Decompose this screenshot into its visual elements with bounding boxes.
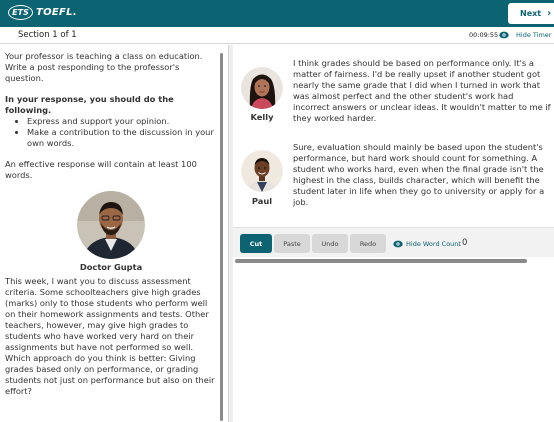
section-bar: Section 1 of 1 00:09:55 Hide Timer	[0, 27, 554, 44]
toefl-logo: ETS TOEFL.	[8, 5, 77, 20]
discussion-pane: Kelly I think grades should be based on …	[233, 45, 554, 422]
prompt-pane: Your professor is teaching a class on ed…	[0, 45, 228, 422]
cut-button[interactable]: Cut	[240, 234, 272, 253]
prompt-intro: Your professor is teaching a class on ed…	[5, 51, 203, 83]
editor-toolbar: Cut Paste Undo Redo Hide Word Count 0	[233, 227, 554, 257]
top-bar: ETS TOEFL. Next ›	[0, 0, 554, 27]
professor-avatar	[77, 191, 145, 259]
student-name-paul: Paul	[251, 196, 273, 206]
response-editor	[233, 257, 554, 422]
next-button[interactable]: Next ›	[508, 3, 554, 24]
eye-icon[interactable]	[499, 31, 509, 39]
word-count-value: 0	[462, 238, 468, 248]
instructions-heading: In your response, you should do the foll…	[5, 94, 174, 115]
ets-logo-mark: ETS	[8, 5, 33, 20]
paul-avatar	[241, 150, 283, 192]
student-post-text-paul: Sure, evaluation should mainly be based …	[293, 142, 545, 207]
editor-scrollbar[interactable]	[235, 259, 527, 263]
paste-button[interactable]: Paste	[274, 234, 310, 253]
timer-value: 00:09:55	[469, 31, 499, 39]
instruction-item: Express and support your opinion.	[27, 116, 217, 127]
chevron-right-icon: ›	[547, 8, 552, 19]
student-name-kelly: Kelly	[250, 112, 274, 122]
prompt-content: Your professor is teaching a class on ed…	[5, 51, 217, 407]
instructions-list: Express and support your opinion. Make a…	[5, 116, 217, 149]
toefl-logo-text: TOEFL.	[36, 7, 77, 18]
section-label: Section 1 of 1	[18, 30, 77, 40]
length-note: An effective response will contain at le…	[5, 159, 197, 180]
hide-word-count-button[interactable]: Hide Word Count	[406, 240, 461, 248]
prompt-scrollbar[interactable]	[220, 53, 223, 421]
student-post-text-kelly: I think grades should be based on perfor…	[293, 58, 551, 123]
hide-timer-button[interactable]: Hide Timer	[516, 31, 551, 39]
response-textarea[interactable]	[235, 265, 551, 420]
professor-name: Doctor Gupta	[79, 262, 143, 272]
redo-button[interactable]: Redo	[350, 234, 386, 253]
professor-question: This week, I want you to discuss assessm…	[5, 276, 215, 396]
eye-icon[interactable]	[393, 240, 403, 248]
kelly-avatar	[241, 67, 283, 109]
instruction-item: Make a contribution to the discussion in…	[27, 127, 217, 149]
undo-button[interactable]: Undo	[312, 234, 348, 253]
next-button-label: Next	[520, 9, 542, 18]
